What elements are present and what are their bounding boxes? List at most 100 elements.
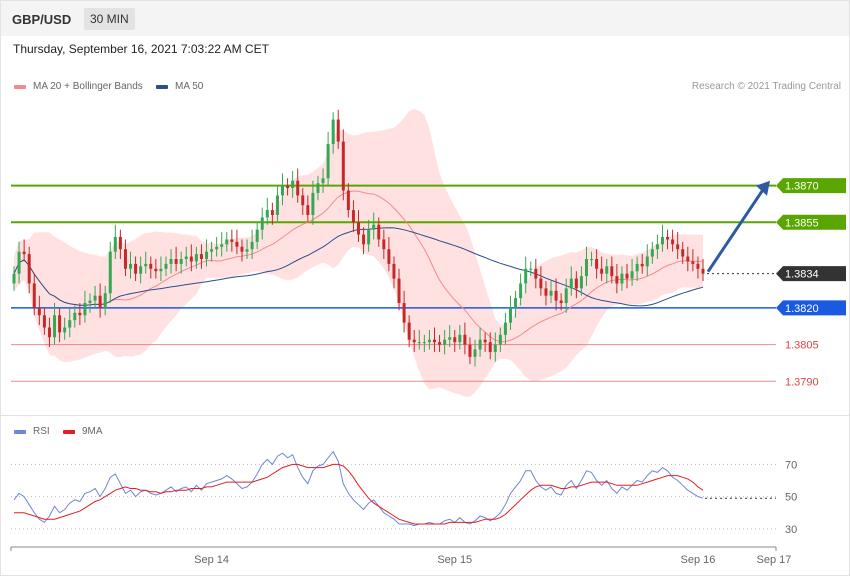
candle-body (321, 178, 325, 184)
rsi-tick-50: 50 (785, 492, 797, 504)
bollinger-band (14, 109, 703, 397)
candle-body (63, 327, 67, 333)
candle-body (83, 303, 87, 316)
candle-body (291, 180, 295, 189)
candle-body (311, 192, 315, 215)
candle-body (559, 300, 563, 304)
candle-body (357, 222, 360, 235)
candle-body (377, 224, 381, 240)
candle-body (17, 251, 21, 274)
forecast-arrow-head (756, 180, 770, 196)
last-label-1-3834: 1.3834 (785, 269, 819, 281)
candle-body (179, 259, 183, 264)
candle-body (103, 293, 107, 308)
candle-body (600, 268, 604, 274)
candle-body (296, 180, 300, 196)
candle-body (387, 249, 391, 264)
candle-body (660, 236, 664, 245)
candle-body (392, 263, 396, 279)
candle-body (655, 244, 659, 250)
candle-body (382, 239, 386, 250)
candle-body (681, 249, 685, 257)
candle-body (574, 278, 578, 289)
candle-body (595, 259, 599, 269)
candle-body (260, 217, 264, 230)
candle-body (432, 339, 436, 343)
candle-body (645, 256, 649, 267)
rsi-tick-30: 30 (785, 524, 797, 536)
candle-body (549, 290, 553, 296)
candle-body (301, 195, 305, 206)
support-label-1-3805: 1.3805 (785, 340, 819, 352)
candle-body (245, 249, 249, 252)
candle-body (12, 273, 16, 284)
candle-body (250, 241, 254, 250)
x-tick-sep-15: Sep 15 (437, 554, 472, 566)
candle-body (676, 244, 680, 250)
candle-body (205, 251, 209, 259)
candle-body (671, 239, 675, 245)
candle-body (503, 322, 507, 335)
candle-body (362, 234, 366, 245)
candle-body (412, 339, 416, 343)
candle-body (519, 283, 523, 299)
candle-body (367, 229, 371, 245)
candle-body (691, 261, 695, 264)
candle-body (402, 303, 406, 323)
candle-body (53, 315, 57, 338)
candle-body (564, 288, 568, 304)
candle-body (306, 205, 310, 215)
candle-body (189, 256, 193, 262)
candle-body (326, 144, 330, 179)
support-label-1-3790: 1.3790 (785, 376, 819, 388)
candle-body (88, 300, 92, 304)
candle-body (605, 266, 609, 274)
candle-body (468, 344, 472, 357)
candle-body (498, 334, 502, 345)
candle-body (554, 290, 558, 301)
candle-body (32, 283, 36, 308)
candle-body (483, 339, 487, 343)
candle-body (220, 244, 224, 247)
candle-body (463, 334, 467, 345)
candle-body (372, 224, 376, 230)
candle-body (453, 337, 457, 343)
candle-body (225, 239, 229, 245)
x-tick-sep-14: Sep 14 (194, 554, 229, 566)
candle-body (351, 210, 355, 223)
candle-body (529, 268, 533, 270)
candle-body (508, 307, 512, 323)
candle-body (524, 268, 528, 284)
candle-body (620, 273, 624, 284)
candle-body (458, 334, 462, 343)
candle-body (210, 249, 214, 252)
candle-body (73, 312, 77, 321)
candle-body (230, 239, 234, 242)
candle-body (37, 307, 41, 316)
candle-body (174, 259, 178, 264)
x-tick-sep-17: Sep 17 (756, 554, 791, 566)
candle-body (129, 263, 133, 269)
candle-body (27, 254, 31, 284)
candle-body (438, 342, 442, 345)
candle-body (164, 263, 168, 269)
rsi-line (13, 450, 704, 527)
candle-body (544, 288, 548, 296)
candle-body (98, 295, 102, 308)
candle-body (275, 195, 279, 215)
candle-body (448, 337, 452, 340)
candle-body (144, 263, 148, 267)
candle-body (215, 246, 219, 250)
price-chart: 1.3870 1.3855 1.3834 1.3820 1.3805 1.3790 30 50… (10, 109, 846, 566)
candle-body (686, 256, 690, 262)
candle-body (417, 342, 421, 344)
resistance-label-1-3855: 1.3855 (785, 217, 819, 229)
candle-body (407, 322, 411, 340)
candle-body (134, 263, 138, 274)
candle-body (625, 273, 629, 279)
candle-body (118, 236, 122, 250)
rsi-ma-line (14, 463, 704, 525)
candle-body (149, 263, 153, 269)
candle-body (286, 185, 290, 189)
candle-body (22, 251, 26, 255)
